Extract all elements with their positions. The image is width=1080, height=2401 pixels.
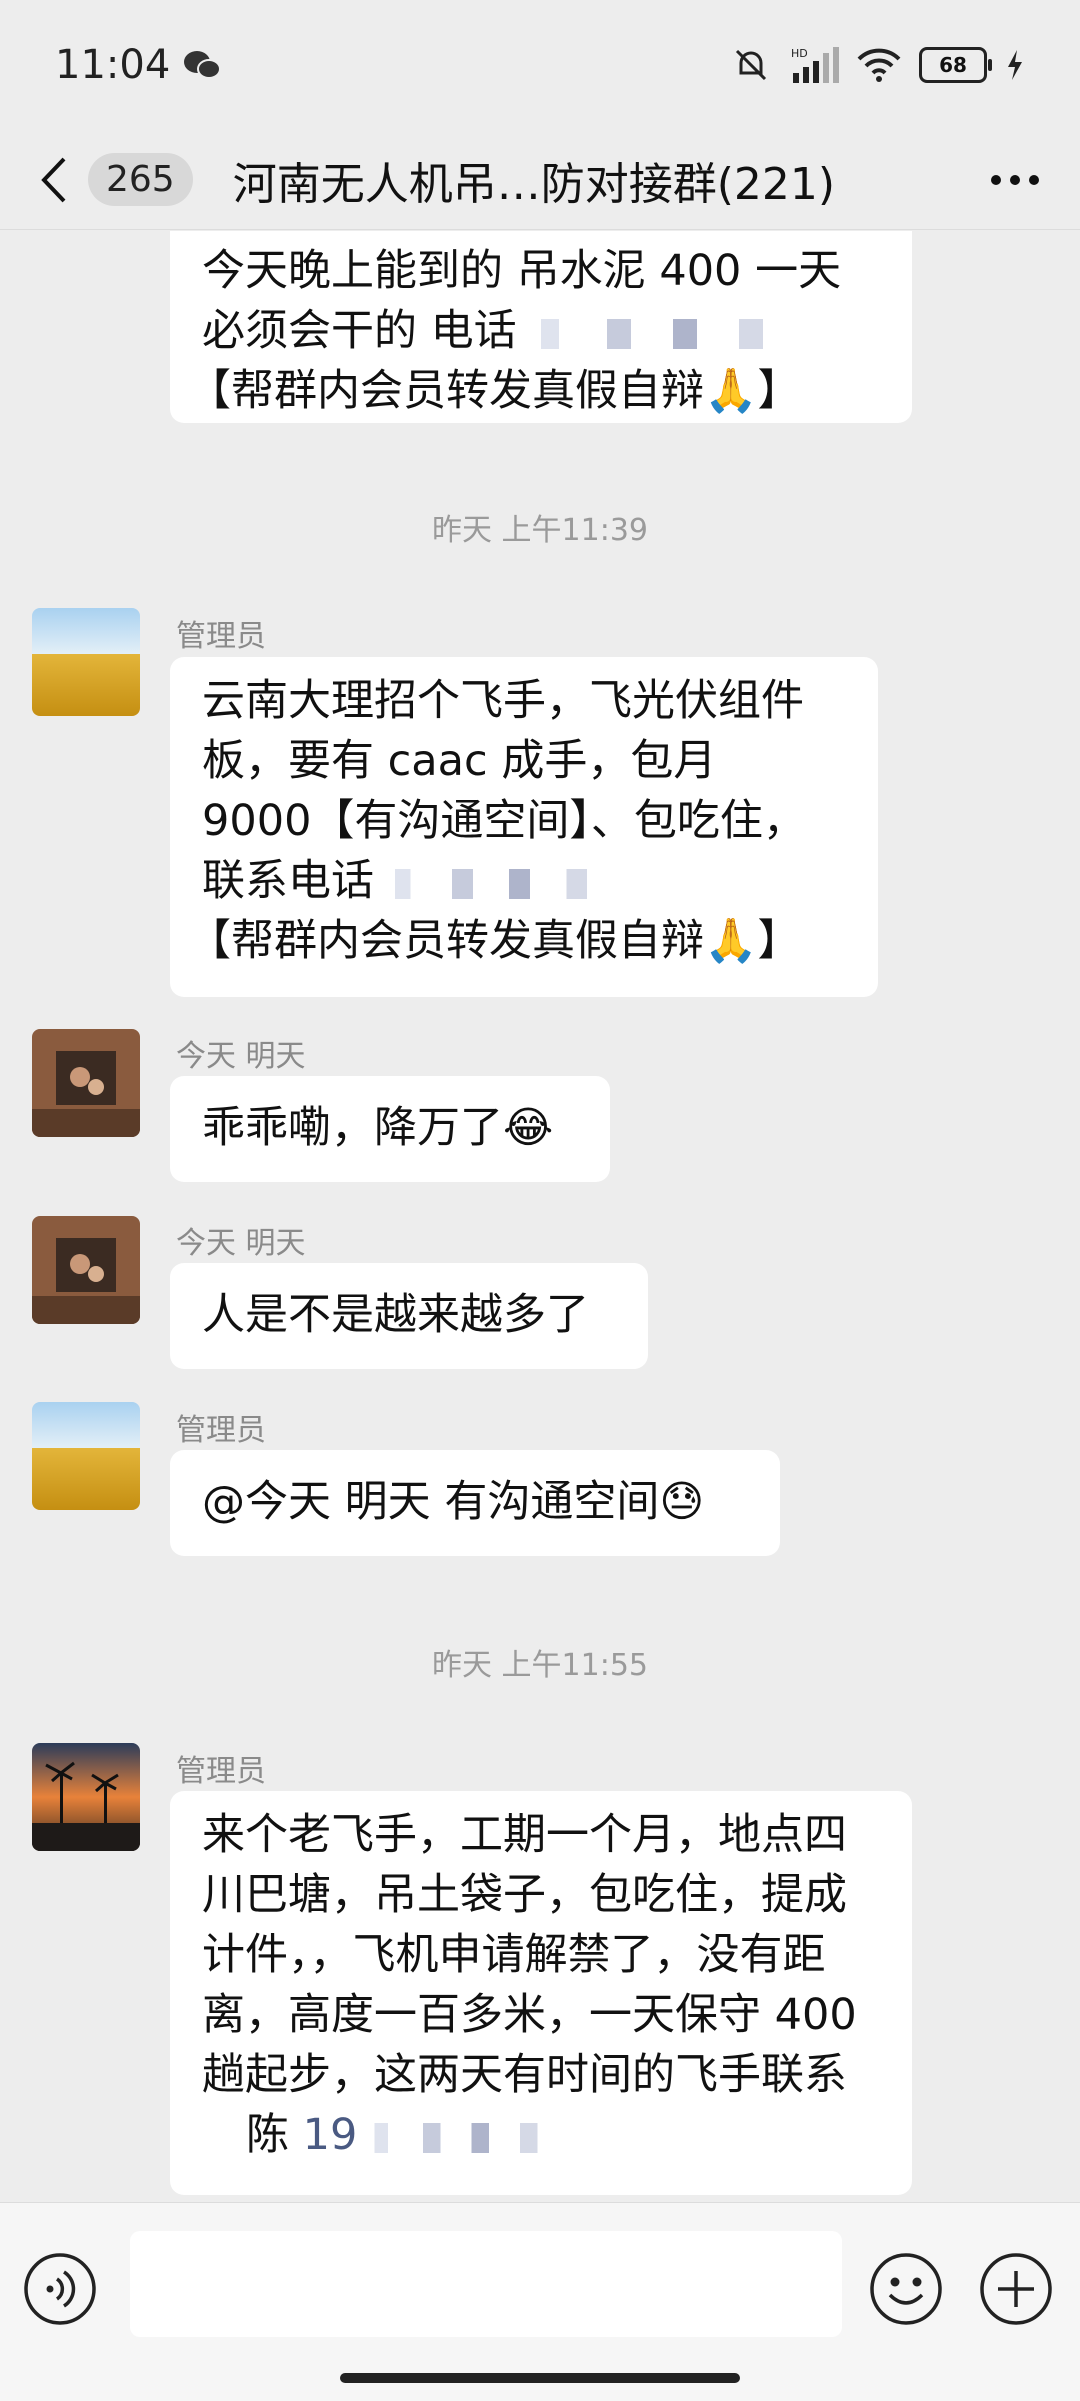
message-line: 趟起步，这两天有时间的飞手联系	[202, 2050, 847, 2100]
message-text: 陈	[246, 2110, 289, 2160]
emoji-button[interactable]	[868, 2251, 944, 2327]
unread-count-badge[interactable]: 265	[88, 153, 193, 206]
hd-label: HD	[791, 47, 808, 60]
charging-icon	[1008, 50, 1022, 80]
status-bar: 11:04 HD 68	[0, 0, 1080, 130]
chat-title: 河南无人机吊…防对接群(221)	[232, 158, 836, 210]
message-line: 【帮群内会员转发真假自辩🙏】	[188, 916, 801, 966]
more-icon	[991, 174, 1039, 185]
message-line: 离，高度一百多米，一天保守 400	[202, 1990, 857, 2040]
wheat-field-avatar	[32, 608, 140, 716]
message-bubble[interactable]: 云南大理招个飞手，飞光伏组件 板，要有 caac 成手，包月 9000【有沟通空…	[170, 657, 878, 997]
avatar[interactable]	[32, 1743, 140, 1851]
chat-header: 265 河南无人机吊…防对接群(221)	[0, 130, 1080, 230]
message-line: 川巴塘，吊土袋子，包吃住，提成	[202, 1870, 847, 1920]
sunset-palm-avatar	[32, 1743, 140, 1851]
avatar[interactable]	[32, 608, 140, 716]
avatar[interactable]	[32, 1216, 140, 1324]
message-input-bar	[0, 2202, 1080, 2401]
message-line: 9000【有沟通空间】、包吃住，	[202, 796, 806, 846]
voice-icon	[24, 2253, 96, 2325]
message-line: 云南大理招个飞手，飞光伏组件	[202, 676, 804, 726]
sender-name: 今天 明天	[176, 1039, 306, 1074]
redacted-phone	[516, 318, 817, 349]
message-line: 必须会干的 电话	[202, 301, 912, 361]
mute-icon	[735, 49, 767, 81]
timestamp: 昨天 上午11:55	[432, 1648, 648, 1683]
sender-name: 管理员	[176, 619, 266, 654]
message-bubble[interactable]: @今天 明天 有沟通空间😓	[170, 1450, 780, 1556]
message-text: 联系电话	[202, 856, 374, 906]
more-functions-button[interactable]	[978, 2251, 1054, 2327]
timestamp: 昨天 上午11:39	[432, 513, 648, 548]
message-line: 来个老飞手，工期一个月，地点四	[202, 1810, 847, 1860]
wifi-icon	[857, 48, 901, 82]
sender-name: 管理员	[176, 1413, 266, 1448]
sender-name: 今天 明天	[176, 1226, 306, 1261]
battery-level: 68	[939, 53, 967, 77]
battery-indicator: 68	[919, 47, 992, 83]
voice-input-button[interactable]	[22, 2251, 98, 2327]
emoji-icon	[870, 2253, 942, 2325]
avatar[interactable]	[32, 1029, 140, 1137]
message-line: 人是不是越来越多了	[202, 1290, 589, 1340]
plus-icon	[980, 2253, 1052, 2325]
avatar[interactable]	[32, 1402, 140, 1510]
message-line: 乖乖嘞，降万了😂	[202, 1103, 554, 1153]
message-line: 陈 19	[202, 2105, 912, 2165]
message-line: 联系电话	[202, 851, 878, 911]
home-indicator[interactable]	[340, 2373, 740, 2383]
chevron-left-icon	[41, 157, 66, 202]
phone-link[interactable]: 19	[303, 2110, 358, 2160]
wheat-field-avatar	[32, 1402, 140, 1510]
message-bubble[interactable]: 人是不是越来越多了	[170, 1263, 648, 1369]
message-line: @今天 明天 有沟通空间😓	[202, 1477, 705, 1527]
more-options-button[interactable]	[980, 150, 1050, 210]
wechat-notification-icon	[184, 51, 222, 79]
sender-name: 管理员	[176, 1754, 266, 1789]
message-list[interactable]: 今天晚上能到的 吊水泥 400 一天 必须会干的 电话 【帮群内会员转发真假自辩…	[0, 231, 1080, 2201]
redacted-phone	[357, 2122, 578, 2153]
message-line: 板，要有 caac 成手，包月	[202, 736, 717, 786]
train-window-avatar	[32, 1029, 140, 1137]
signal-icon: HD	[791, 47, 839, 83]
message-line: 今天晚上能到的 吊水泥 400 一天	[202, 246, 842, 296]
message-line: 计件，，飞机申请解禁了，没有距	[202, 1930, 826, 1980]
message-text: 必须会干的 电话	[202, 306, 517, 356]
message-bubble[interactable]: 乖乖嘞，降万了😂	[170, 1076, 610, 1182]
status-time: 11:04	[55, 42, 171, 88]
redacted-phone	[374, 868, 634, 899]
back-button[interactable]	[30, 150, 78, 210]
message-line: 【帮群内会员转发真假自辩🙏】	[188, 366, 801, 416]
message-bubble[interactable]: 来个老飞手，工期一个月，地点四 川巴塘，吊土袋子，包吃住，提成 计件，，飞机申请…	[170, 1791, 912, 2195]
message-input[interactable]	[130, 2231, 842, 2337]
message-bubble[interactable]: 今天晚上能到的 吊水泥 400 一天 必须会干的 电话 【帮群内会员转发真假自辩…	[170, 231, 912, 423]
train-window-avatar	[32, 1216, 140, 1324]
